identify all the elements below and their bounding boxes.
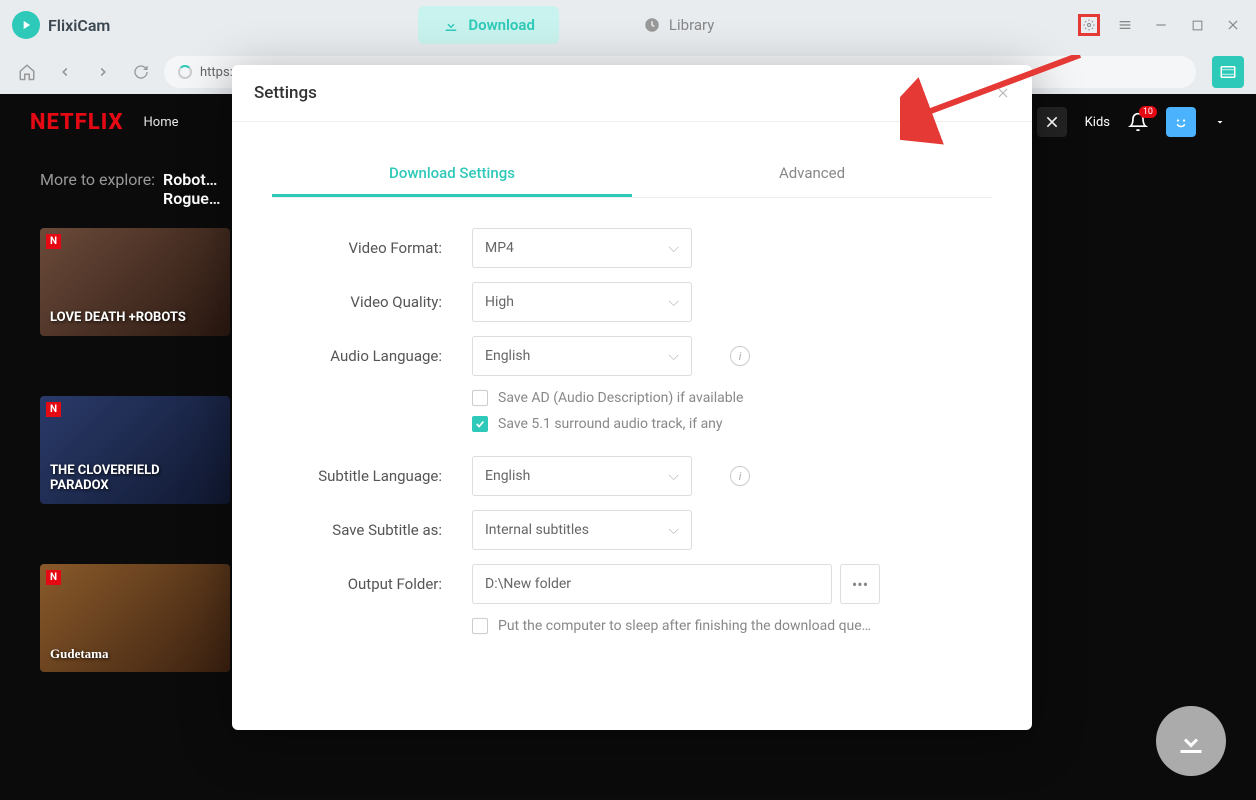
tab-library[interactable]: Library — [619, 6, 738, 44]
chevron-down-icon: ⌵ — [668, 468, 679, 484]
forward-button[interactable] — [88, 57, 118, 87]
download-icon — [442, 16, 460, 34]
thumb-item[interactable]: NLOVE DEATH +ROBOTS — [40, 228, 230, 336]
minimize-button[interactable] — [1150, 14, 1172, 36]
netflix-logo: NETFLIX — [30, 110, 124, 135]
select-audio-language[interactable]: English ⌵ — [472, 336, 692, 376]
chevron-down-icon: ⌵ — [668, 294, 679, 310]
loading-spinner-icon — [178, 65, 192, 79]
label-video-format: Video Format: — [282, 239, 442, 257]
back-button[interactable] — [50, 57, 80, 87]
netflix-right: Kids 10 — [1037, 107, 1226, 137]
checkbox-sleep[interactable] — [472, 618, 488, 634]
close-button[interactable] — [1222, 14, 1244, 36]
video-tool-button[interactable] — [1212, 56, 1244, 88]
window-controls — [1078, 14, 1244, 36]
select-subtitle-language[interactable]: English ⌵ — [472, 456, 692, 496]
modal-body: Video Format: MP4 ⌵ Video Quality: High … — [232, 198, 1032, 730]
label-sleep: Put the computer to sleep after finishin… — [498, 618, 871, 634]
chevron-down-icon: ⌵ — [668, 348, 679, 364]
label-output-folder: Output Folder: — [282, 575, 442, 593]
browse-button[interactable]: ••• — [840, 564, 880, 604]
netflix-close-button[interactable] — [1037, 107, 1067, 137]
explore-items: Robot… Rogue… — [163, 170, 220, 208]
thumb-item[interactable]: NGudetama — [40, 564, 230, 672]
modal-close-button[interactable] — [996, 86, 1010, 100]
info-icon[interactable]: i — [730, 346, 750, 366]
label-subtitle-language: Subtitle Language: — [282, 467, 442, 485]
label-video-quality: Video Quality: — [282, 293, 442, 311]
clock-icon — [643, 16, 661, 34]
select-video-format[interactable]: MP4 ⌵ — [472, 228, 692, 268]
home-button[interactable] — [12, 57, 42, 87]
thumb-item[interactable]: NTHE CLOVERFIELD PARADOX — [40, 396, 230, 504]
select-video-quality[interactable]: High ⌵ — [472, 282, 692, 322]
tab-download-label: Download — [468, 16, 535, 34]
checkbox-save-ad[interactable] — [472, 390, 488, 406]
kids-link[interactable]: Kids — [1085, 115, 1110, 130]
modal-tabs: Download Settings Advanced — [272, 152, 992, 198]
profile-avatar[interactable] — [1166, 107, 1196, 137]
notifications-button[interactable]: 10 — [1128, 112, 1148, 132]
select-save-subtitle[interactable]: Internal subtitles ⌵ — [472, 510, 692, 550]
notification-badge: 10 — [1139, 106, 1157, 118]
explore-label: More to explore: — [40, 170, 155, 208]
app-name: FlixiCam — [48, 16, 110, 35]
top-tabs: Download Library — [418, 6, 738, 44]
chevron-down-icon[interactable] — [1214, 116, 1226, 128]
modal-header: Settings — [232, 65, 1032, 122]
chevron-down-icon: ⌵ — [668, 240, 679, 256]
output-folder-path[interactable]: D:\New folder — [472, 564, 832, 604]
nav-home[interactable]: Home — [144, 115, 179, 130]
settings-button[interactable] — [1078, 14, 1100, 36]
url-text: https: — [200, 65, 233, 80]
settings-modal: Settings Download Settings Advanced Vide… — [232, 65, 1032, 730]
chevron-down-icon: ⌵ — [668, 522, 679, 538]
label-audio-language: Audio Language: — [282, 347, 442, 365]
modal-title: Settings — [254, 83, 317, 103]
menu-button[interactable] — [1114, 14, 1136, 36]
info-icon[interactable]: i — [730, 466, 750, 486]
app-logo-area: FlixiCam — [12, 11, 110, 39]
label-save-51: Save 5.1 surround audio track, if any — [498, 416, 723, 432]
tab-advanced[interactable]: Advanced — [632, 152, 992, 197]
float-download-button[interactable] — [1156, 706, 1226, 776]
netflix-nav: Home — [144, 115, 179, 130]
tab-download-settings[interactable]: Download Settings — [272, 152, 632, 197]
checkbox-save-51[interactable] — [472, 416, 488, 432]
tab-library-label: Library — [669, 16, 714, 34]
tab-download[interactable]: Download — [418, 6, 559, 44]
app-logo-icon — [12, 11, 40, 39]
maximize-button[interactable] — [1186, 14, 1208, 36]
title-bar: FlixiCam Download Library — [0, 0, 1256, 50]
label-save-subtitle: Save Subtitle as: — [282, 521, 442, 539]
reload-button[interactable] — [126, 57, 156, 87]
label-save-ad: Save AD (Audio Description) if available — [498, 390, 743, 406]
